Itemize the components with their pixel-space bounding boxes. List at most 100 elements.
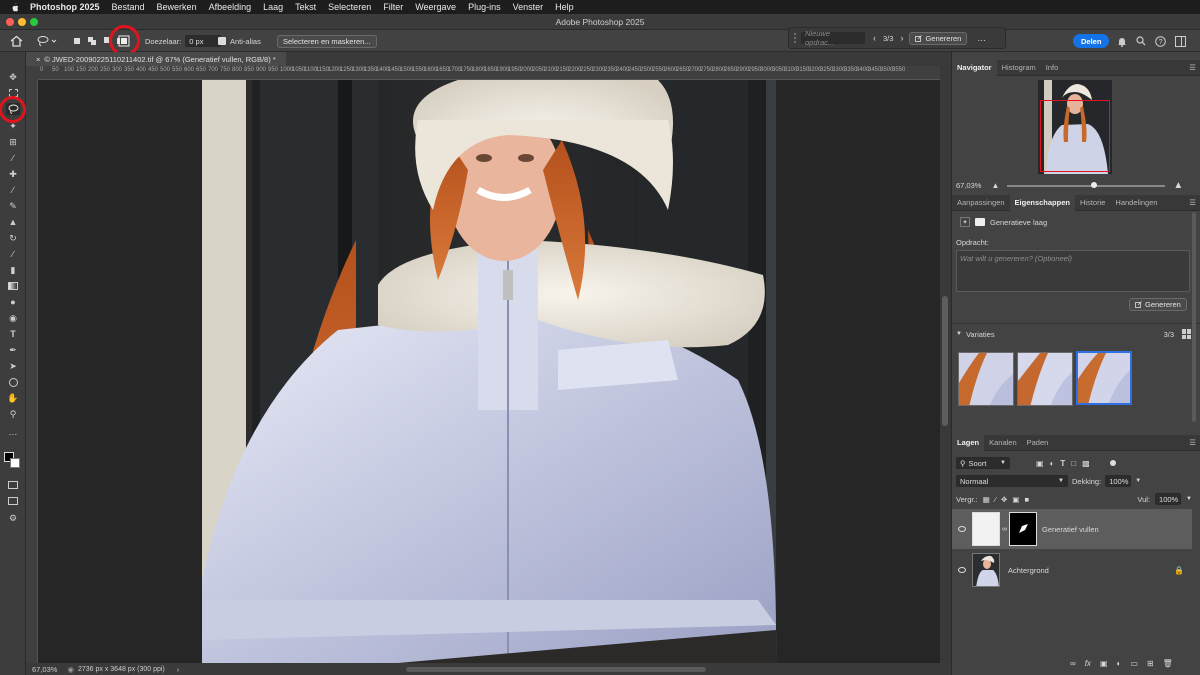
search-icon[interactable] [1136, 36, 1146, 46]
menu-tekst[interactable]: Tekst [295, 2, 316, 12]
tab-adjustments[interactable]: Aanpassingen [952, 195, 1010, 211]
crop-tool-icon[interactable]: ⊞ [6, 136, 20, 148]
variation-thumb-1[interactable] [958, 352, 1014, 406]
close-document-icon[interactable]: × [36, 55, 40, 64]
bell-icon[interactable] [1117, 36, 1127, 47]
object-select-tool-icon[interactable]: ✦ [6, 120, 20, 132]
share-button[interactable]: Delen [1073, 34, 1110, 48]
ellipse-tool-icon[interactable] [6, 376, 20, 388]
properties-menu-icon[interactable]: ☰ [1184, 195, 1200, 211]
layer-kind-select[interactable]: ⚲ Soort ▼ [956, 457, 1010, 469]
menu-weergave[interactable]: Weergave [415, 2, 456, 12]
document-tab[interactable]: × © JWED-20090225110211402.tif @ 67% (Ge… [26, 52, 286, 66]
more-tools-icon[interactable]: … [6, 426, 20, 438]
zoom-out-icon[interactable]: ▲ [991, 181, 999, 190]
fx-icon[interactable]: fx [1085, 659, 1091, 668]
pen-tool-icon[interactable]: ✒ [6, 344, 20, 356]
tab-histogram[interactable]: Histogram [997, 60, 1041, 76]
opacity-input[interactable]: 100% [1105, 475, 1132, 487]
lock-icon[interactable]: 🔒 [1174, 566, 1184, 575]
menu-bestand[interactable]: Bestand [112, 2, 145, 12]
status-expand-icon[interactable]: › [177, 665, 180, 674]
help-icon[interactable]: ? [1155, 35, 1166, 47]
filter-type-icon[interactable]: T [1060, 459, 1065, 468]
layer-mask-thumbnail[interactable] [1009, 512, 1037, 546]
menu-selecteren[interactable]: Selecteren [328, 2, 371, 12]
path-select-tool-icon[interactable]: ➤ [6, 360, 20, 372]
new-group-icon[interactable]: ▭ [1130, 659, 1138, 668]
vertical-ruler[interactable] [26, 80, 38, 663]
eraser-tool-icon[interactable]: ▮ [6, 264, 20, 276]
quick-mask-icon[interactable] [6, 479, 20, 491]
menu-help[interactable]: Help [555, 2, 574, 12]
layer-row-generative[interactable]: ∞ Generatief vullen [952, 509, 1192, 549]
brush-tool-icon[interactable]: ⁄ [6, 184, 20, 196]
select-and-mask-button[interactable]: Selecteren en maskeren... [277, 34, 377, 48]
navigator-zoom-slider[interactable] [1007, 181, 1166, 188]
tab-layers[interactable]: Lagen [952, 434, 985, 451]
eyedropper-tool-icon[interactable]: ∕ [6, 152, 20, 164]
lock-artboard-icon[interactable]: ▣ [1012, 495, 1019, 504]
adjustment-layer-icon[interactable]: ◐ [1117, 659, 1122, 668]
new-layer-icon[interactable]: ⊞ [1147, 659, 1154, 668]
status-zoom[interactable]: 67,03% [32, 665, 57, 674]
tab-paths[interactable]: Paden [1022, 435, 1054, 451]
filter-smart-icon[interactable]: ▩ [1082, 459, 1090, 468]
tab-actions[interactable]: Handelingen [1110, 195, 1162, 211]
lock-pixels-icon[interactable]: ⁄ [995, 495, 996, 504]
lasso-preset-picker[interactable] [37, 30, 57, 52]
zoom-slider-thumb[interactable] [1090, 181, 1097, 188]
lock-position-icon[interactable]: ✥ [1001, 495, 1007, 504]
variations-collapse-icon[interactable]: ▼ [956, 331, 962, 337]
layer-name-background[interactable]: Achtergrond [1008, 566, 1049, 575]
prev-variation-button[interactable]: ‹ [873, 33, 876, 43]
properties-generate-button[interactable]: Genereren [1129, 298, 1187, 311]
link-icon[interactable]: ∞ [1002, 526, 1007, 533]
lock-transparency-icon[interactable]: ▦ [983, 495, 990, 504]
menu-venster[interactable]: Venster [513, 2, 544, 12]
filter-adjustment-icon[interactable]: ◐ [1050, 459, 1055, 468]
layers-menu-icon[interactable]: ☰ [1184, 435, 1200, 451]
horizontal-ruler[interactable]: 0 50 100 150 200 250 300 350 400 450 500 550 600 650 7… [38, 66, 940, 80]
blur-tool-icon[interactable]: ● [6, 296, 20, 308]
variation-thumb-3[interactable] [1076, 351, 1132, 405]
filter-pixel-icon[interactable]: ▣ [1036, 459, 1044, 468]
vertical-scrollbar[interactable] [940, 66, 951, 663]
navigator-preview[interactable] [1038, 80, 1112, 174]
apple-icon[interactable] [10, 2, 20, 12]
menu-plugins[interactable]: Plug-ins [468, 2, 501, 12]
canvas-area[interactable] [38, 80, 940, 663]
home-button[interactable] [10, 30, 23, 52]
menu-laag[interactable]: Laag [263, 2, 283, 12]
layer-row-background[interactable]: Achtergrond 🔒 [952, 550, 1192, 590]
link-layers-icon[interactable]: ∞ [1070, 659, 1076, 668]
variation-thumb-2[interactable] [1017, 352, 1073, 406]
tab-properties[interactable]: Eigenschappen [1009, 194, 1075, 211]
delete-layer-icon[interactable]: 🗑 [1163, 659, 1173, 668]
zoom-in-icon[interactable]: ▲ [1173, 180, 1183, 191]
horizontal-scrollbar[interactable] [406, 667, 706, 672]
color-swatches[interactable] [3, 446, 23, 470]
tab-navigator[interactable]: Navigator [952, 59, 997, 76]
clone-stamp-tool-icon[interactable]: ▲ [6, 216, 20, 228]
menu-app[interactable]: Photoshop 2025 [30, 2, 100, 12]
move-tool-icon[interactable]: ✥ [6, 71, 20, 83]
more-options-icon[interactable]: … [977, 33, 987, 43]
ruler-origin[interactable] [26, 66, 38, 80]
workspace-icon[interactable] [1175, 35, 1186, 47]
history-brush-tool-icon[interactable]: ↻ [6, 232, 20, 244]
hand-tool-icon[interactable]: ✋ [6, 392, 20, 404]
lock-all-icon[interactable]: ■ [1024, 495, 1029, 504]
screen-mode-icon[interactable] [6, 495, 20, 507]
tab-channels[interactable]: Kanalen [984, 435, 1022, 451]
menu-filter[interactable]: Filter [383, 2, 403, 12]
healing-brush-tool-icon[interactable]: ✚ [6, 168, 20, 180]
zoom-tool-icon[interactable]: ⚲ [6, 408, 20, 420]
mixer-brush-tool-icon[interactable]: ∕ [6, 248, 20, 260]
navigator-zoom-value[interactable]: 67,03% [956, 181, 981, 190]
edit-toolbar-icon[interactable]: ⚙ [6, 512, 20, 524]
task-prompt-input[interactable]: Nieuwe opdrac... [801, 29, 865, 47]
visibility-eye-icon-bg[interactable] [958, 567, 966, 573]
antialias-checkbox[interactable] [218, 37, 226, 45]
blend-mode-select[interactable]: Normaal ▼ [956, 475, 1068, 487]
